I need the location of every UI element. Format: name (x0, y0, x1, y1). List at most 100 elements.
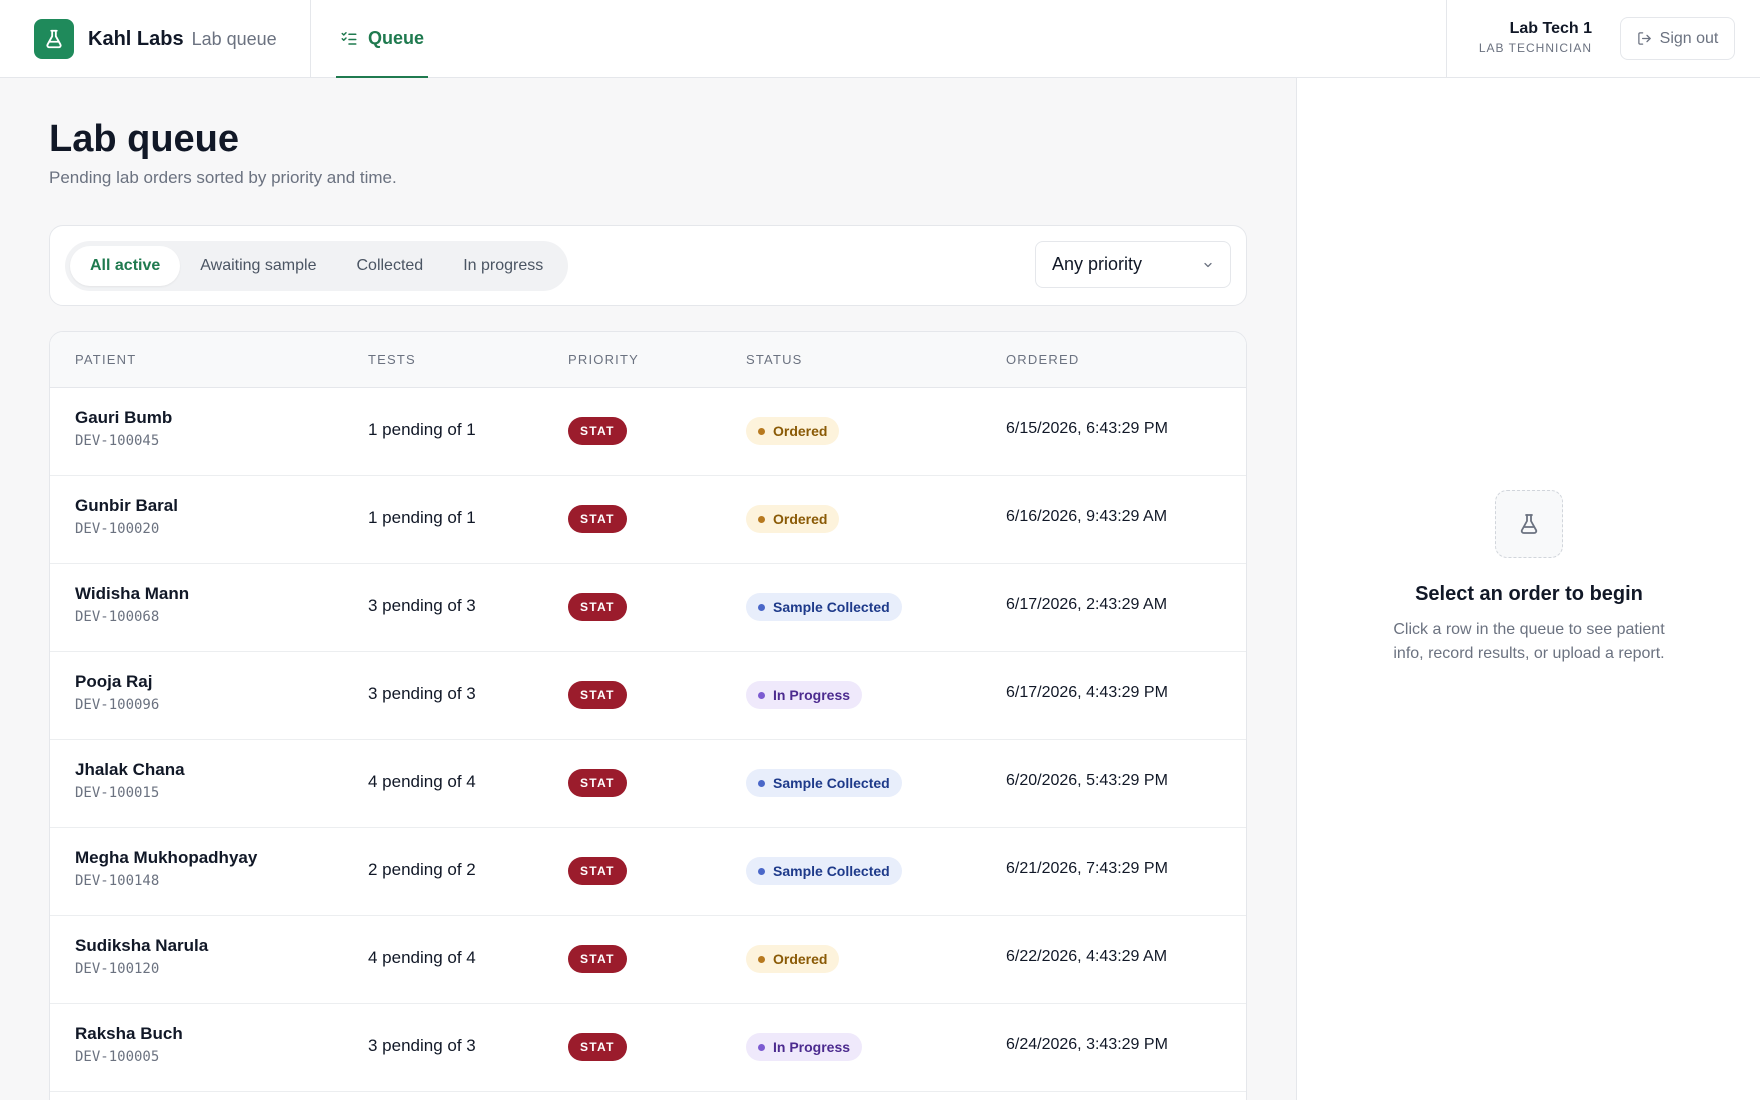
sign-out-icon (1637, 32, 1651, 45)
filter-tab-all-active[interactable]: All active (70, 246, 181, 286)
priority-cell: STAT (568, 681, 627, 709)
status-dot-icon (758, 1043, 765, 1051)
list-check-icon (341, 32, 357, 45)
status-badge: Ordered (746, 945, 840, 973)
user-name: Lab Tech 1 (1509, 20, 1592, 37)
patient-cell: Gauri Bumb DEV-100045 (75, 408, 172, 449)
tests-cell: 2 pending of 2 (368, 860, 476, 879)
priority-select[interactable]: Any priority (1035, 241, 1231, 288)
priority-cell: STAT (568, 1033, 627, 1061)
empty-state-body: Click a row in the queue to see patient … (1393, 621, 1665, 662)
status-badge: Ordered (746, 417, 840, 445)
sign-out-button[interactable]: Sign out (1620, 17, 1735, 60)
tests-cell: 1 pending of 1 (368, 508, 476, 527)
status-label: In Progress (773, 687, 851, 703)
table-row[interactable]: Gunbir Baral DEV-100020 1 pending of 1 STAT… (50, 476, 1246, 564)
patient-name: Jhalak Chana (75, 760, 185, 779)
patient-cell: Jhalak Chana DEV-100015 (75, 760, 185, 801)
header-divider (1446, 0, 1447, 78)
column-header-patient: Patient (75, 352, 137, 367)
patient-id: DEV-100005 (75, 1049, 160, 1065)
tab-queue[interactable]: Queue (336, 0, 428, 78)
status-badge: Sample Collected (746, 857, 902, 885)
priority-cell: STAT (568, 505, 627, 533)
status-label: Ordered (773, 951, 828, 967)
status-dot-icon (758, 427, 765, 435)
ordered-cell: 6/20/2026, 5:43:29 PM (1006, 772, 1168, 789)
column-header-ordered: Ordered (1006, 352, 1080, 367)
status-filter-tabs: All active Awaiting sample Collected In … (65, 241, 569, 291)
table-row[interactable]: Raksha Buch DEV-100005 3 pending of 3 STAT I… (50, 1004, 1246, 1092)
patient-name: Pooja Raj (75, 672, 153, 691)
tests-cell: 3 pending of 3 (368, 1036, 476, 1055)
table-row[interactable]: Megha Mukhopadhyay DEV-100148 2 pending of… (50, 828, 1246, 916)
status-dot-icon (758, 515, 765, 523)
patient-id: DEV-100015 (75, 785, 160, 801)
priority-cell: STAT (568, 945, 627, 973)
filter-tab-awaiting-sample[interactable]: Awaiting sample (180, 246, 336, 286)
status-label: Sample Collected (773, 863, 890, 879)
patient-cell: Widisha Mann DEV-100068 (75, 584, 189, 625)
tests-cell: 1 pending of 1 (368, 420, 476, 439)
patient-name: Megha Mukhopadhyay (75, 848, 258, 867)
brand[interactable]: Kahl Labs Lab queue (34, 19, 277, 59)
table-row[interactable]: Sudiksha Narula DEV-100120 4 pending of 4 S… (50, 916, 1246, 1004)
patient-name: Gunbir Baral (75, 496, 178, 515)
filter-tab-in-progress[interactable]: In progress (443, 246, 563, 286)
ordered-cell: 6/24/2026, 3:43:29 PM (1006, 1036, 1168, 1053)
ordered-cell: 6/15/2026, 6:43:29 PM (1006, 420, 1168, 437)
tests-cell: 3 pending of 3 (368, 684, 476, 703)
tab-queue-label: Queue (367, 27, 424, 48)
priority-cell: STAT (568, 769, 627, 797)
priority-badge: STAT (568, 505, 627, 533)
main-content: Lab queue Pending lab orders sorted by p… (0, 78, 1296, 1100)
status-label: Ordered (773, 511, 828, 527)
table-row[interactable]: Gauri Bumb DEV-100045 1 pending of 1 STAT Or… (50, 388, 1246, 476)
status-dot-icon (758, 955, 765, 963)
status-label: Ordered (773, 423, 828, 439)
filter-tab-collected[interactable]: Collected (336, 246, 443, 286)
user-role: LAB TECHNICIAN (1478, 41, 1592, 55)
priority-badge: STAT (568, 417, 627, 445)
status-dot-icon (758, 867, 765, 875)
ordered-cell: 6/16/2026, 9:43:29 AM (1006, 508, 1168, 525)
filter-bar: All active Awaiting sample Collected In … (49, 225, 1247, 306)
patient-cell: Gunbir Baral DEV-100020 (75, 496, 178, 537)
priority-cell: STAT (568, 857, 627, 885)
priority-badge: STAT (568, 593, 627, 621)
table-row[interactable]: Jhalak Chana DEV-100015 4 pending of 4 STAT… (50, 740, 1246, 828)
tests-cell: 4 pending of 4 (368, 772, 476, 791)
tests-cell: 4 pending of 4 (368, 948, 476, 967)
patient-cell: Raksha Buch DEV-100005 (75, 1024, 183, 1065)
status-label: Sample Collected (773, 599, 890, 615)
status-badge: In Progress (746, 1033, 863, 1061)
patient-cell: Megha Mukhopadhyay DEV-100148 (75, 848, 257, 889)
patient-id: DEV-100096 (75, 697, 160, 713)
table-row[interactable]: Widisha Mann DEV-100068 3 pending of 3 STAT… (50, 564, 1246, 652)
status-cell: Ordered (746, 417, 840, 445)
patient-id: DEV-100045 (75, 433, 160, 449)
flask-icon (1495, 490, 1563, 558)
patient-name: Gauri Bumb (75, 408, 173, 427)
empty-state-title: Select an order to begin (1415, 583, 1643, 605)
patient-name: Widisha Mann (75, 584, 190, 603)
table-row[interactable]: Pooja Raj DEV-100096 3 pending of 3 STAT In … (50, 652, 1246, 740)
tests-cell: 3 pending of 3 (368, 596, 476, 615)
status-badge: Sample Collected (746, 593, 902, 621)
patient-id: DEV-100120 (75, 961, 160, 977)
priority-select-value: Any priority (1052, 254, 1143, 274)
status-badge: Ordered (746, 505, 840, 533)
patient-name: Raksha Buch (75, 1024, 183, 1043)
patient-id: DEV-100020 (75, 521, 160, 537)
patient-cell: Sudiksha Narula DEV-100120 (75, 936, 208, 977)
page-subtitle: Pending lab orders sorted by priority an… (49, 168, 397, 187)
table-body: Gauri Bumb DEV-100045 1 pending of 1 STAT Or… (50, 388, 1246, 1092)
top-bar: Kahl Labs Lab queue Queue Lab Tech 1 LAB… (0, 0, 1760, 78)
status-label: Sample Collected (773, 775, 890, 791)
status-cell: Sample Collected (746, 857, 902, 885)
lab-queue-table: Patient Tests Priority Status Ordered Ga… (49, 331, 1247, 1100)
status-dot-icon (758, 779, 765, 787)
priority-badge: STAT (568, 1033, 627, 1061)
sign-out-label: Sign out (1659, 29, 1719, 47)
table-header: Patient Tests Priority Status Ordered (50, 332, 1246, 388)
